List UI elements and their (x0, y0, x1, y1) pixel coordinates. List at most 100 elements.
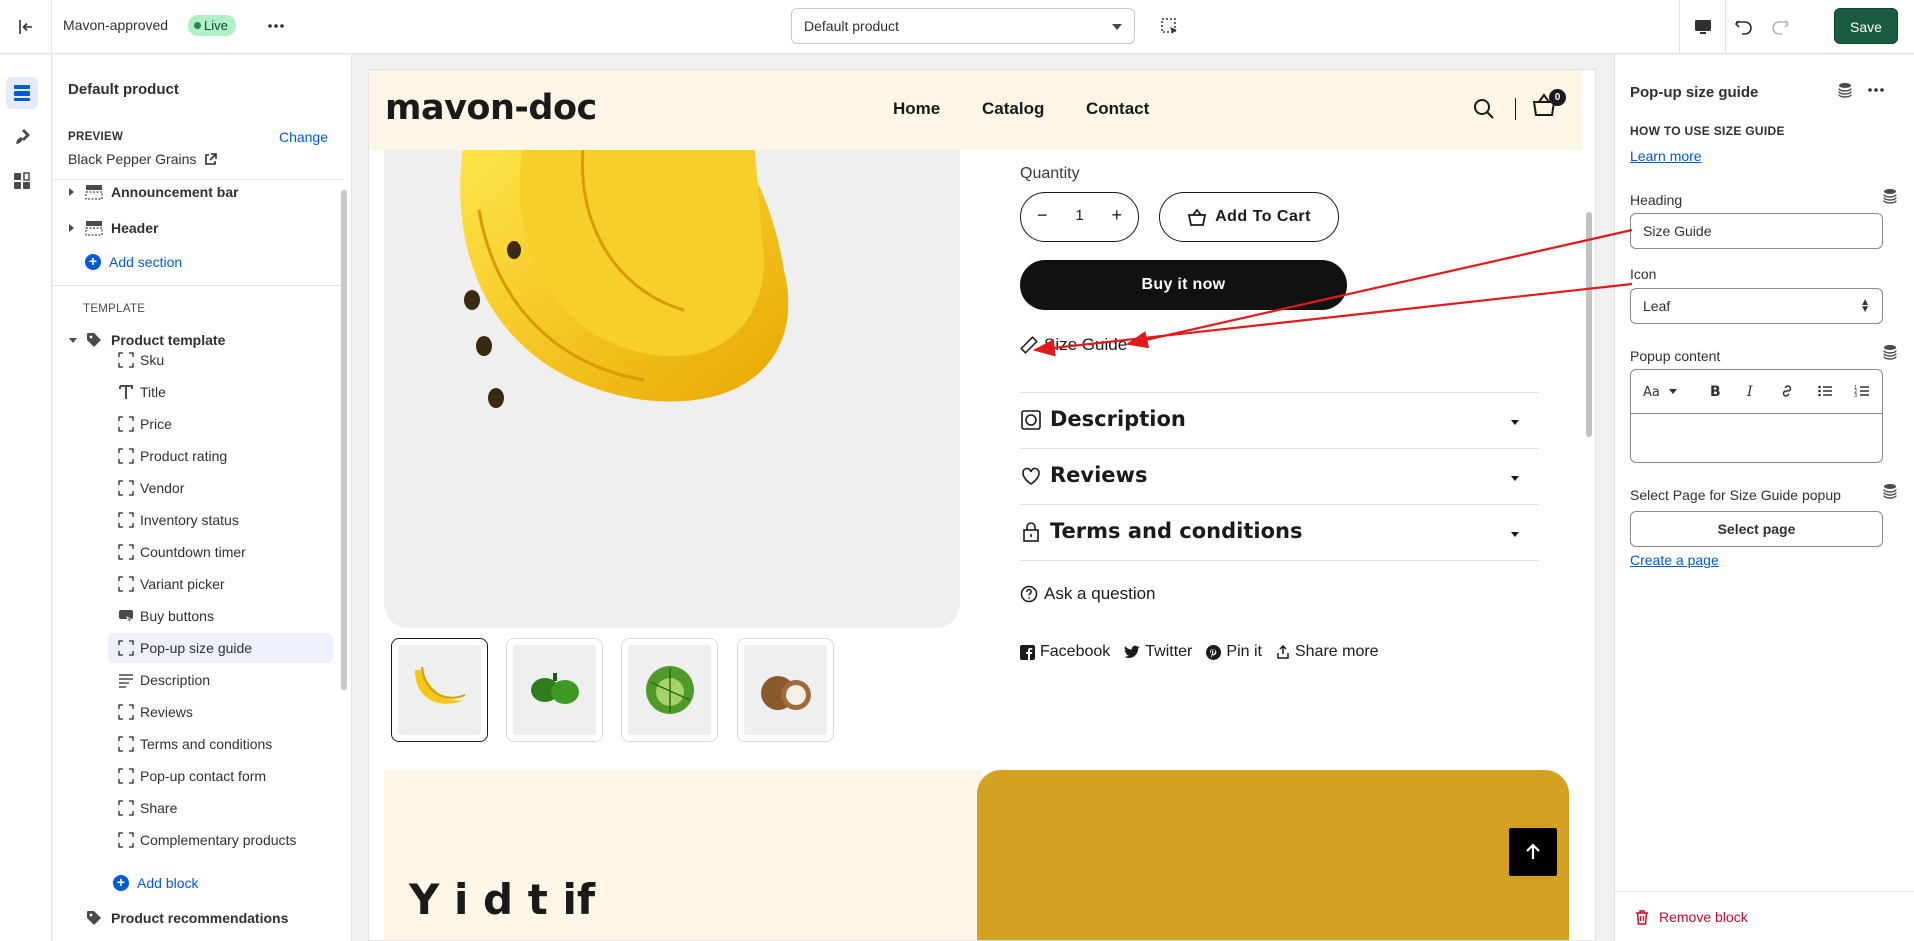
add-block-button[interactable]: + Add block (113, 875, 198, 891)
ask-question-link[interactable]: Ask a question (1020, 584, 1156, 604)
expand-arrow-icon[interactable] (69, 188, 74, 196)
share-more-button[interactable]: Share more (1276, 643, 1379, 661)
create-page-link[interactable]: Create a page (1630, 552, 1719, 568)
dynamic-source-icon[interactable] (1837, 82, 1853, 98)
bold-button[interactable]: B (1709, 383, 1723, 403)
product-main-image[interactable] (384, 150, 960, 628)
numbered-list-button[interactable]: 123 (1854, 383, 1870, 403)
add-to-cart-button[interactable]: Add To Cart (1159, 192, 1339, 242)
block-label: Share (140, 800, 178, 816)
rail-apps-button[interactable] (6, 165, 38, 197)
search-icon[interactable] (1473, 98, 1495, 120)
panel-scrollbar[interactable] (341, 190, 347, 690)
block-item-terms-and-conditions[interactable]: Terms and conditions (108, 729, 333, 759)
back-to-top-button[interactable] (1509, 828, 1557, 876)
question-circle-icon (1020, 585, 1038, 603)
accordion-reviews[interactable]: Reviews (1020, 448, 1539, 504)
thumbnail-banana[interactable] (391, 638, 488, 742)
accordion-title: Terms and conditions (1050, 519, 1303, 543)
block-item-complementary-products[interactable]: Complementary products (108, 825, 333, 855)
accordion-description[interactable]: Description (1020, 392, 1539, 448)
bullet-list-button[interactable] (1817, 383, 1833, 403)
buy-buttons-icon (118, 608, 134, 624)
chevron-down-icon (1112, 24, 1122, 30)
share-twitter-button[interactable]: Twitter (1124, 643, 1192, 661)
size-guide-link[interactable]: Size Guide (1020, 335, 1127, 355)
block-item-countdown-timer[interactable]: Countdown timer (108, 537, 333, 567)
preview-product[interactable]: Black Pepper Grains (68, 151, 218, 167)
more-actions-button[interactable] (264, 14, 288, 38)
block-item-vendor[interactable]: Vendor (108, 473, 333, 503)
block-item-price[interactable]: Price (108, 409, 333, 439)
section-label: Product recommendations (111, 910, 289, 926)
add-section-button[interactable]: + Add section (85, 254, 182, 270)
rail-theme-settings-button[interactable] (6, 121, 38, 153)
template-group-label: TEMPLATE (83, 303, 146, 315)
template-selector-value: Default product (804, 18, 899, 34)
share-facebook-button[interactable]: Facebook (1020, 643, 1110, 661)
paintbrush-icon (16, 129, 30, 144)
template-selector[interactable]: Default product (791, 8, 1135, 44)
how-to-use-heading: HOW TO USE SIZE GUIDE (1630, 124, 1785, 138)
expand-arrow-icon[interactable] (69, 224, 74, 232)
redo-button[interactable] (1762, 0, 1798, 54)
block-item-sku[interactable]: Sku (108, 345, 333, 375)
nav-link-home[interactable]: Home (893, 99, 940, 119)
italic-button[interactable]: I (1745, 383, 1757, 403)
device-preview-button[interactable] (1679, 0, 1726, 54)
block-item-pop-up-contact-form[interactable]: Pop-up contact form (108, 761, 333, 791)
nav-link-contact[interactable]: Contact (1086, 99, 1149, 119)
banana-thumb-icon (414, 666, 465, 704)
accordion-terms[interactable]: Terms and conditions (1020, 504, 1539, 560)
dynamic-source-icon[interactable] (1882, 483, 1898, 499)
block-item-variant-picker[interactable]: Variant picker (108, 569, 333, 599)
site-logo[interactable]: mavon-doc (385, 88, 597, 128)
nav-link-catalog[interactable]: Catalog (982, 99, 1044, 119)
thumbnail-cabbage[interactable] (621, 638, 718, 742)
block-item-buy-buttons[interactable]: Buy buttons (108, 601, 333, 631)
block-frame-icon (118, 544, 134, 560)
block-item-title[interactable]: Title (108, 377, 333, 407)
select-page-button[interactable]: Select page (1630, 511, 1883, 547)
icon-select[interactable]: Leaf ▲ ▼ (1630, 288, 1883, 324)
title-t-icon (118, 384, 134, 400)
quantity-increase-button[interactable]: + (1111, 205, 1122, 226)
thumbnail-coconut[interactable] (737, 638, 834, 742)
collapse-arrow-icon[interactable] (69, 337, 77, 343)
block-item-share[interactable]: Share (108, 793, 333, 823)
preview-scrollbar[interactable] (1586, 212, 1592, 437)
popup-content-textarea[interactable] (1631, 415, 1882, 463)
rich-text-toolbar: Aa B I 123 (1631, 370, 1882, 414)
link-button[interactable] (1779, 383, 1795, 403)
tag-icon (85, 332, 103, 348)
remove-block-button[interactable]: Remove block (1635, 909, 1748, 925)
svg-text:3: 3 (1854, 393, 1857, 399)
undo-button[interactable] (1726, 0, 1762, 54)
inspector-button[interactable] (1157, 14, 1183, 40)
dynamic-source-icon[interactable] (1882, 344, 1898, 360)
block-item-pop-up-size-guide[interactable]: Pop-up size guide (108, 633, 333, 663)
buy-now-button[interactable]: Buy it now (1020, 260, 1347, 310)
save-button[interactable]: Save (1834, 8, 1898, 44)
block-label: Sku (140, 352, 165, 368)
thumbnail-peppers[interactable] (506, 638, 603, 742)
dynamic-source-icon[interactable] (1882, 188, 1898, 204)
text-style-dropdown[interactable]: Aa (1643, 383, 1679, 403)
block-item-reviews[interactable]: Reviews (108, 697, 333, 727)
learn-more-link[interactable]: Learn more (1630, 148, 1702, 164)
block-frame-icon (118, 416, 134, 432)
section-product-recommendations[interactable]: Product recommendations (53, 903, 343, 933)
section-header[interactable]: Header (53, 213, 343, 243)
section-announcement-bar[interactable]: Announcement bar (53, 177, 343, 207)
block-label: Vendor (140, 480, 185, 496)
rail-sections-button[interactable] (6, 77, 38, 109)
exit-button[interactable] (0, 0, 52, 54)
heading-input[interactable]: Size Guide (1630, 213, 1883, 249)
block-item-inventory-status[interactable]: Inventory status (108, 505, 333, 535)
block-item-product-rating[interactable]: Product rating (108, 441, 333, 471)
change-preview-link[interactable]: Change (279, 129, 328, 145)
block-label: Terms and conditions (140, 736, 273, 752)
block-item-description[interactable]: Description (108, 665, 333, 695)
ellipsis-icon[interactable] (1867, 87, 1885, 93)
share-pinterest-button[interactable]: Pin it (1206, 643, 1262, 661)
